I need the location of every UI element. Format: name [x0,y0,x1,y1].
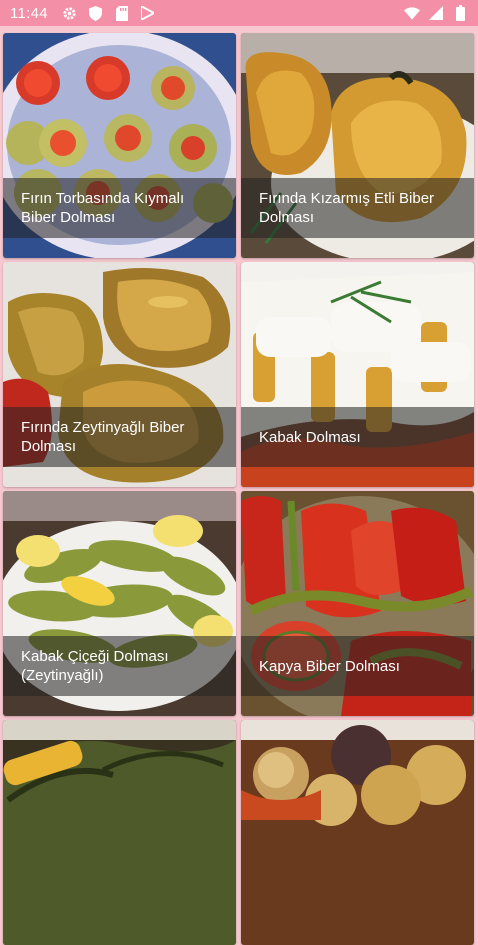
recipe-title: Fırında Zeytinyağlı Biber Dolması [21,419,185,455]
status-bar: 11:44 [0,0,478,26]
recipe-card[interactable]: Fırında Zeytinyağlı Biber Dolması [3,262,236,487]
recipe-title: Fırında Kızarmış Etli Biber Dolması [259,190,435,226]
recipe-caption: Fırında Zeytinyağlı Biber Dolması [3,407,236,467]
battery-icon [452,5,468,21]
recipe-image [241,720,474,945]
recipe-card[interactable]: Kabak Dolması [241,262,474,487]
recipe-title: Kapya Biber Dolması [259,657,400,675]
recipe-image [3,720,236,945]
recipe-grid: Fırın Torbasında Kıymalı Biber Dolması F… [0,26,478,945]
recipe-title: Fırın Torbasında Kıymalı Biber Dolması [21,190,185,226]
gear-icon [62,5,78,21]
sd-card-icon [114,5,130,21]
play-store-icon [140,5,156,21]
recipe-caption: Kabak Çiçeği Dolması (Zeytinyağlı) [3,636,236,696]
recipe-title: Kabak Dolması [259,428,361,446]
recipe-card[interactable]: Fırın Torbasında Kıymalı Biber Dolması [3,33,236,258]
wifi-icon [404,5,420,21]
recipe-card[interactable]: Fırında Kızarmış Etli Biber Dolması [241,33,474,258]
recipe-caption: Kapya Biber Dolması [241,636,474,696]
shield-icon [88,5,104,21]
recipe-card[interactable] [3,720,236,945]
recipe-caption: Fırın Torbasında Kıymalı Biber Dolması [3,178,236,238]
signal-icon [428,5,444,21]
recipe-card[interactable]: Kabak Çiçeği Dolması (Zeytinyağlı) [3,491,236,716]
recipe-title: Kabak Çiçeği Dolması (Zeytinyağlı) [21,648,169,684]
recipe-caption: Fırında Kızarmış Etli Biber Dolması [241,178,474,238]
recipe-card[interactable] [241,720,474,945]
recipe-caption: Kabak Dolması [241,407,474,467]
status-time: 11:44 [10,4,48,22]
recipe-card[interactable]: Kapya Biber Dolması [241,491,474,716]
